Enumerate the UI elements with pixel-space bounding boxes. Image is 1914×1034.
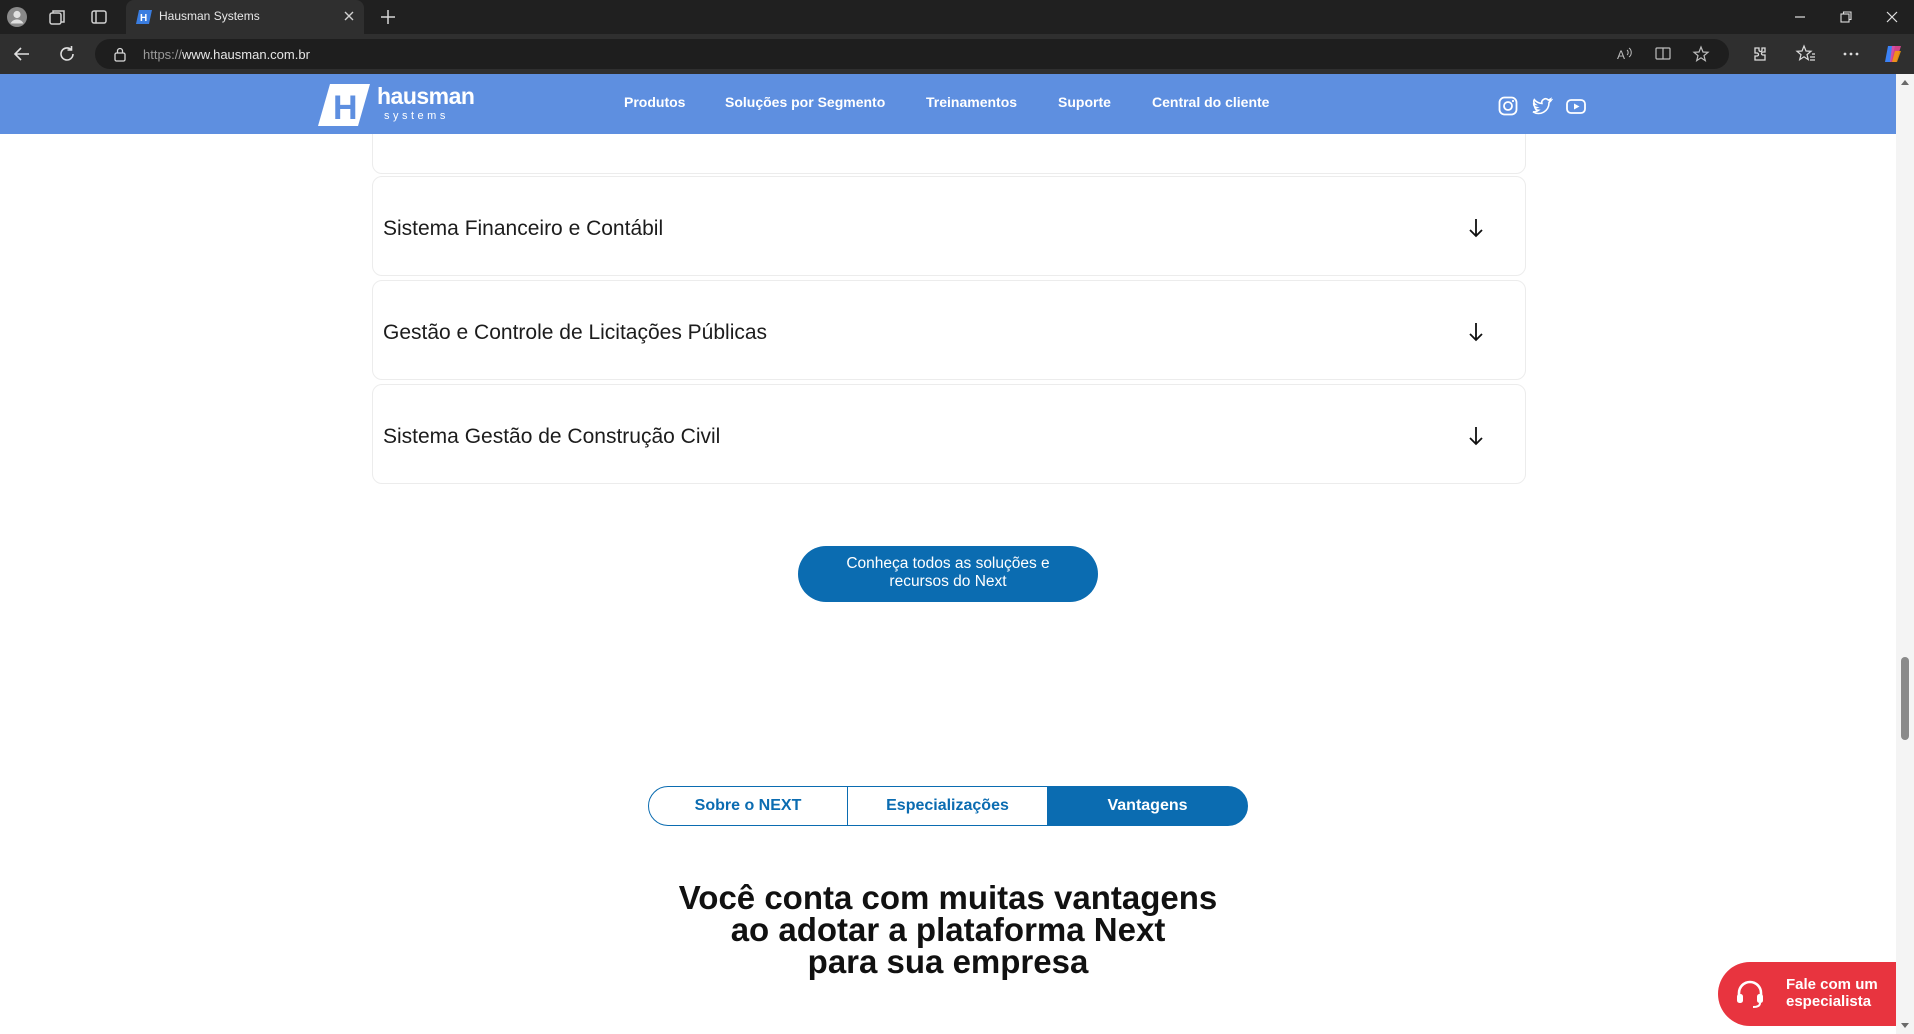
refresh-icon[interactable] — [56, 43, 78, 65]
content-tabs: Sobre o NEXT Especializações Vantagens — [648, 786, 1248, 826]
accordion-item-construcao[interactable]: Sistema Gestão de Construção Civil — [372, 384, 1526, 484]
scroll-down-arrow-icon[interactable] — [1901, 1023, 1909, 1028]
back-icon[interactable] — [11, 43, 33, 65]
scroll-thumb[interactable] — [1901, 657, 1909, 740]
headset-icon — [1737, 980, 1763, 1008]
tab-actions-icon[interactable] — [88, 6, 110, 28]
help-line-2: especialista — [1786, 993, 1872, 1010]
accordion-item-licitacoes[interactable]: Gestão e Controle de Licitações Públicas — [372, 280, 1526, 380]
hausman-favicon-icon: H — [136, 10, 152, 24]
extensions-icon[interactable] — [1748, 43, 1770, 65]
favorites-icon[interactable] — [1795, 43, 1817, 65]
address-bar[interactable]: https://www.hausman.com.br A — [95, 39, 1729, 69]
arrow-down-icon[interactable] — [1467, 425, 1485, 447]
page-scrollbar[interactable] — [1896, 74, 1914, 1034]
tab-vantagens[interactable]: Vantagens — [1047, 786, 1248, 826]
cta-line-2: recursos do Next — [889, 573, 1007, 590]
menu-item-solucoes[interactable]: Soluções por Segmento — [725, 94, 885, 110]
hausman-logo[interactable]: H hausman systems — [318, 82, 475, 126]
tab-especializacoes[interactable]: Especializações — [847, 786, 1048, 826]
copilot-icon[interactable] — [1882, 43, 1904, 65]
cta-line-1: Conheça todos as soluções e — [846, 555, 1050, 572]
restore-icon[interactable] — [1837, 8, 1855, 26]
menu-item-produtos[interactable]: Produtos — [624, 94, 685, 110]
svg-text:H: H — [140, 13, 147, 24]
accordion-item-financeiro[interactable]: Sistema Financeiro e Contábil — [372, 176, 1526, 276]
svg-text:A: A — [1617, 48, 1625, 62]
arrow-down-icon[interactable] — [1467, 321, 1485, 343]
immersive-reader-icon[interactable] — [1654, 45, 1672, 63]
read-aloud-icon[interactable]: A — [1616, 45, 1634, 63]
twitter-icon[interactable] — [1531, 95, 1553, 117]
url-protocol: https:// — [143, 47, 183, 62]
instagram-icon[interactable] — [1497, 95, 1519, 117]
browser-tab-bar: H Hausman Systems — [0, 0, 1914, 34]
know-all-solutions-button[interactable]: Conheça todos as soluções e recursos do … — [798, 546, 1098, 602]
logo-letter: H — [333, 89, 358, 126]
scroll-up-arrow-icon[interactable] — [1901, 80, 1909, 85]
new-tab-icon[interactable] — [378, 7, 398, 27]
menu-item-treinamentos[interactable]: Treinamentos — [926, 94, 1017, 110]
arrow-down-icon[interactable] — [1467, 217, 1485, 239]
profile-icon[interactable] — [6, 6, 28, 28]
favorite-star-icon[interactable] — [1692, 45, 1710, 63]
menu-item-central-cliente[interactable]: Central do cliente — [1152, 94, 1269, 110]
site-header: H hausman systems Produtos Soluções por … — [0, 74, 1896, 134]
section-headline: Você conta com muitas vantagens ao adota… — [548, 879, 1348, 980]
more-options-icon[interactable] — [1840, 43, 1862, 65]
page-viewport: Sistema Financeiro e Contábil Gestão e C… — [0, 74, 1896, 1034]
lock-icon[interactable] — [113, 46, 127, 62]
logo-mark-icon: H — [318, 84, 370, 126]
accordion-item-title: Sistema Gestão de Construção Civil — [383, 425, 721, 448]
menu-item-suporte[interactable]: Suporte — [1058, 94, 1111, 110]
browser-tab-active[interactable]: H Hausman Systems — [126, 0, 364, 34]
talk-to-specialist-button[interactable]: Fale com um especialista — [1718, 962, 1896, 1026]
help-text: Fale com um especialista — [1786, 976, 1878, 1010]
minimize-icon[interactable] — [1791, 8, 1809, 26]
tab-sobre-next[interactable]: Sobre o NEXT — [648, 786, 848, 826]
url-text[interactable]: https://www.hausman.com.br — [143, 47, 310, 62]
help-line-1: Fale com um — [1786, 976, 1878, 993]
close-tab-icon[interactable] — [342, 9, 356, 23]
headline-line-1: Você conta com muitas vantagens — [678, 879, 1218, 916]
browser-nav-bar: https://www.hausman.com.br A — [0, 34, 1914, 74]
url-host: www.hausman.com.br — [182, 47, 310, 62]
headline-line-3: para sua empresa — [807, 943, 1089, 980]
youtube-icon[interactable] — [1565, 95, 1587, 117]
accordion-item-title: Gestão e Controle de Licitações Públicas — [383, 321, 768, 344]
accordion-item-title: Sistema Financeiro e Contábil — [383, 217, 664, 240]
workspaces-icon[interactable] — [46, 6, 68, 28]
close-window-icon[interactable] — [1883, 8, 1901, 26]
logo-word: hausman — [377, 83, 475, 109]
logo-sub: systems — [384, 110, 449, 122]
headline-line-2: ao adotar a plataforma Next — [730, 911, 1166, 948]
tab-title: Hausman Systems — [159, 9, 260, 23]
